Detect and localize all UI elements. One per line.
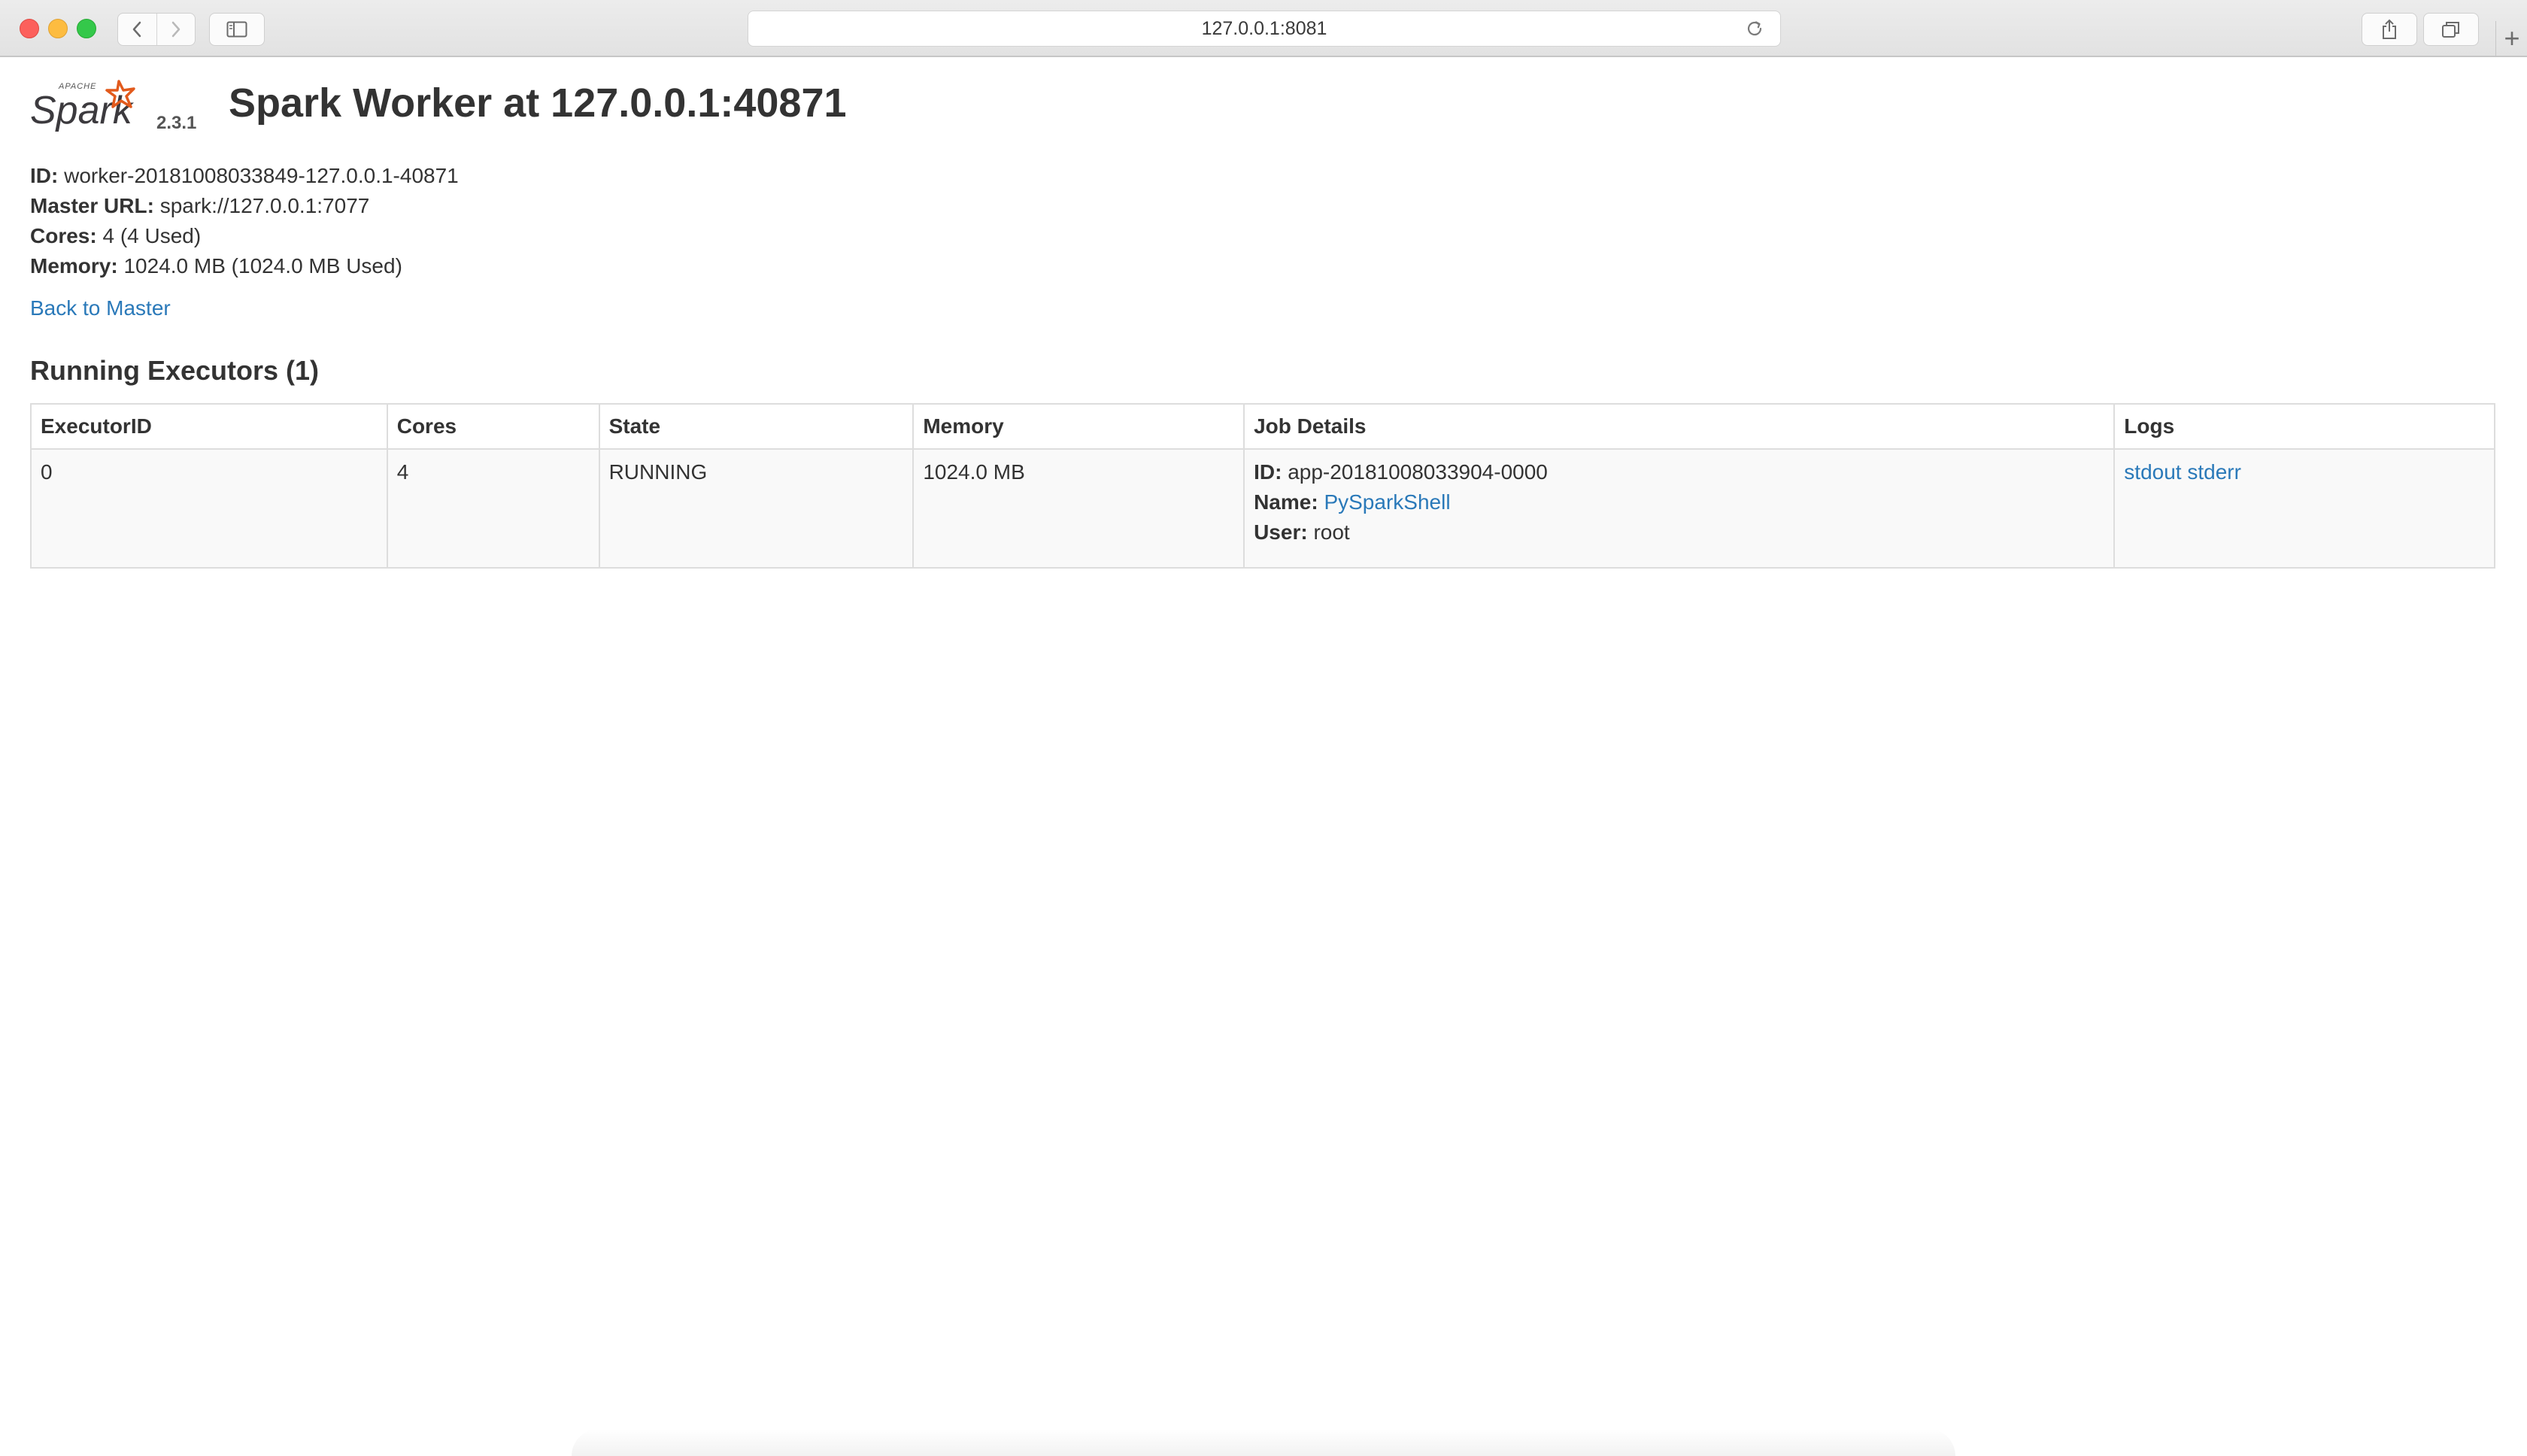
worker-info-list: ID: worker-20181008033849-127.0.0.1-4087… bbox=[30, 161, 459, 281]
cores-row: Cores: 4 (4 Used) bbox=[30, 221, 459, 251]
column-header-executor-id[interactable]: ExecutorID bbox=[31, 404, 387, 450]
memory-value: 1024.0 MB (1024.0 MB Used) bbox=[123, 254, 402, 278]
column-header-state[interactable]: State bbox=[598, 404, 914, 450]
cores-label: Cores: bbox=[30, 224, 97, 247]
memory-label: Memory: bbox=[30, 254, 118, 278]
stderr-link[interactable]: stderr bbox=[2187, 460, 2241, 484]
executor-id-cell: 0 bbox=[31, 449, 387, 568]
job-name-line: Name: PySparkShell bbox=[1254, 487, 2104, 517]
logs-cell: stdout stderr bbox=[2113, 449, 2495, 568]
address-bar[interactable]: 127.0.0.1:8081 bbox=[748, 11, 1781, 47]
job-name-link[interactable]: PySparkShell bbox=[1324, 490, 1450, 514]
worker-id-row: ID: worker-20181008033849-127.0.0.1-4087… bbox=[30, 161, 459, 191]
state-cell: RUNNING bbox=[598, 449, 914, 568]
job-id-line: ID: app-20181008033904-0000 bbox=[1254, 457, 2104, 487]
history-nav bbox=[117, 13, 196, 46]
plus-icon: + bbox=[2504, 23, 2520, 53]
sidebar-icon bbox=[226, 21, 247, 38]
column-header-job-details[interactable]: Job Details bbox=[1243, 404, 2115, 450]
minimize-window-button[interactable] bbox=[48, 19, 68, 38]
column-header-cores[interactable]: Cores bbox=[386, 404, 599, 450]
memory-row: Memory: 1024.0 MB (1024.0 MB Used) bbox=[30, 251, 459, 281]
url-text: 127.0.0.1:8081 bbox=[1201, 17, 1327, 39]
forward-button[interactable] bbox=[156, 14, 196, 45]
reload-icon[interactable] bbox=[1744, 18, 1765, 39]
page-content: APACHE Spark 2.3.1 Spark Worker at 127.0… bbox=[30, 57, 2497, 569]
share-icon bbox=[2383, 19, 2396, 39]
chevron-right-icon bbox=[171, 21, 180, 38]
cores-value: 4 (4 Used) bbox=[102, 224, 202, 247]
close-window-button[interactable] bbox=[20, 19, 39, 38]
stdout-link[interactable]: stdout bbox=[2124, 460, 2181, 484]
job-details-cell: ID: app-20181008033904-0000 Name: PySpar… bbox=[1243, 449, 2115, 568]
job-user-label: User: bbox=[1254, 520, 1308, 544]
new-tab-button[interactable]: + bbox=[2495, 21, 2527, 56]
show-tabs-button[interactable] bbox=[2423, 13, 2479, 46]
svg-text:Spark: Spark bbox=[30, 89, 135, 132]
table-header-row: ExecutorID Cores State Memory Job Detail… bbox=[31, 404, 2495, 450]
job-id-value: app-20181008033904-0000 bbox=[1288, 460, 1548, 484]
window-bottom-shadow bbox=[572, 1429, 1955, 1456]
job-name-label: Name: bbox=[1254, 490, 1318, 514]
page-header: APACHE Spark 2.3.1 Spark Worker at 127.0… bbox=[30, 57, 2497, 140]
share-button[interactable] bbox=[2362, 13, 2417, 46]
chevron-left-icon bbox=[133, 21, 141, 38]
table-row: 0 4 RUNNING 1024.0 MB ID: app-2018100803… bbox=[31, 449, 2495, 568]
page-title: Spark Worker at 127.0.0.1:40871 bbox=[229, 80, 847, 126]
browser-toolbar: 127.0.0.1:8081 + bbox=[0, 0, 2527, 57]
executors-table: ExecutorID Cores State Memory Job Detail… bbox=[30, 403, 2495, 569]
back-button[interactable] bbox=[118, 14, 156, 45]
back-to-master-link[interactable]: Back to Master bbox=[30, 296, 171, 320]
column-header-logs[interactable]: Logs bbox=[2113, 404, 2495, 450]
job-user-value: root bbox=[1313, 520, 1350, 544]
tabs-icon bbox=[2442, 22, 2459, 38]
master-url-value: spark://127.0.0.1:7077 bbox=[159, 194, 370, 217]
master-url-label: Master URL: bbox=[30, 194, 154, 217]
cores-cell: 4 bbox=[386, 449, 599, 568]
column-header-memory[interactable]: Memory bbox=[912, 404, 1245, 450]
job-user-line: User: root bbox=[1254, 517, 2104, 548]
master-url-row: Master URL: spark://127.0.0.1:7077 bbox=[30, 191, 459, 221]
memory-cell: 1024.0 MB bbox=[912, 449, 1245, 568]
running-executors-heading: Running Executors (1) bbox=[30, 355, 320, 386]
worker-id-value: worker-20181008033849-127.0.0.1-40871 bbox=[64, 164, 459, 187]
maximize-window-button[interactable] bbox=[77, 19, 96, 38]
spark-version: 2.3.1 bbox=[156, 113, 197, 133]
spark-logo: APACHE Spark bbox=[30, 80, 135, 132]
worker-id-label: ID: bbox=[30, 164, 59, 187]
job-id-label: ID: bbox=[1254, 460, 1282, 484]
sidebar-toggle-button[interactable] bbox=[209, 13, 265, 46]
